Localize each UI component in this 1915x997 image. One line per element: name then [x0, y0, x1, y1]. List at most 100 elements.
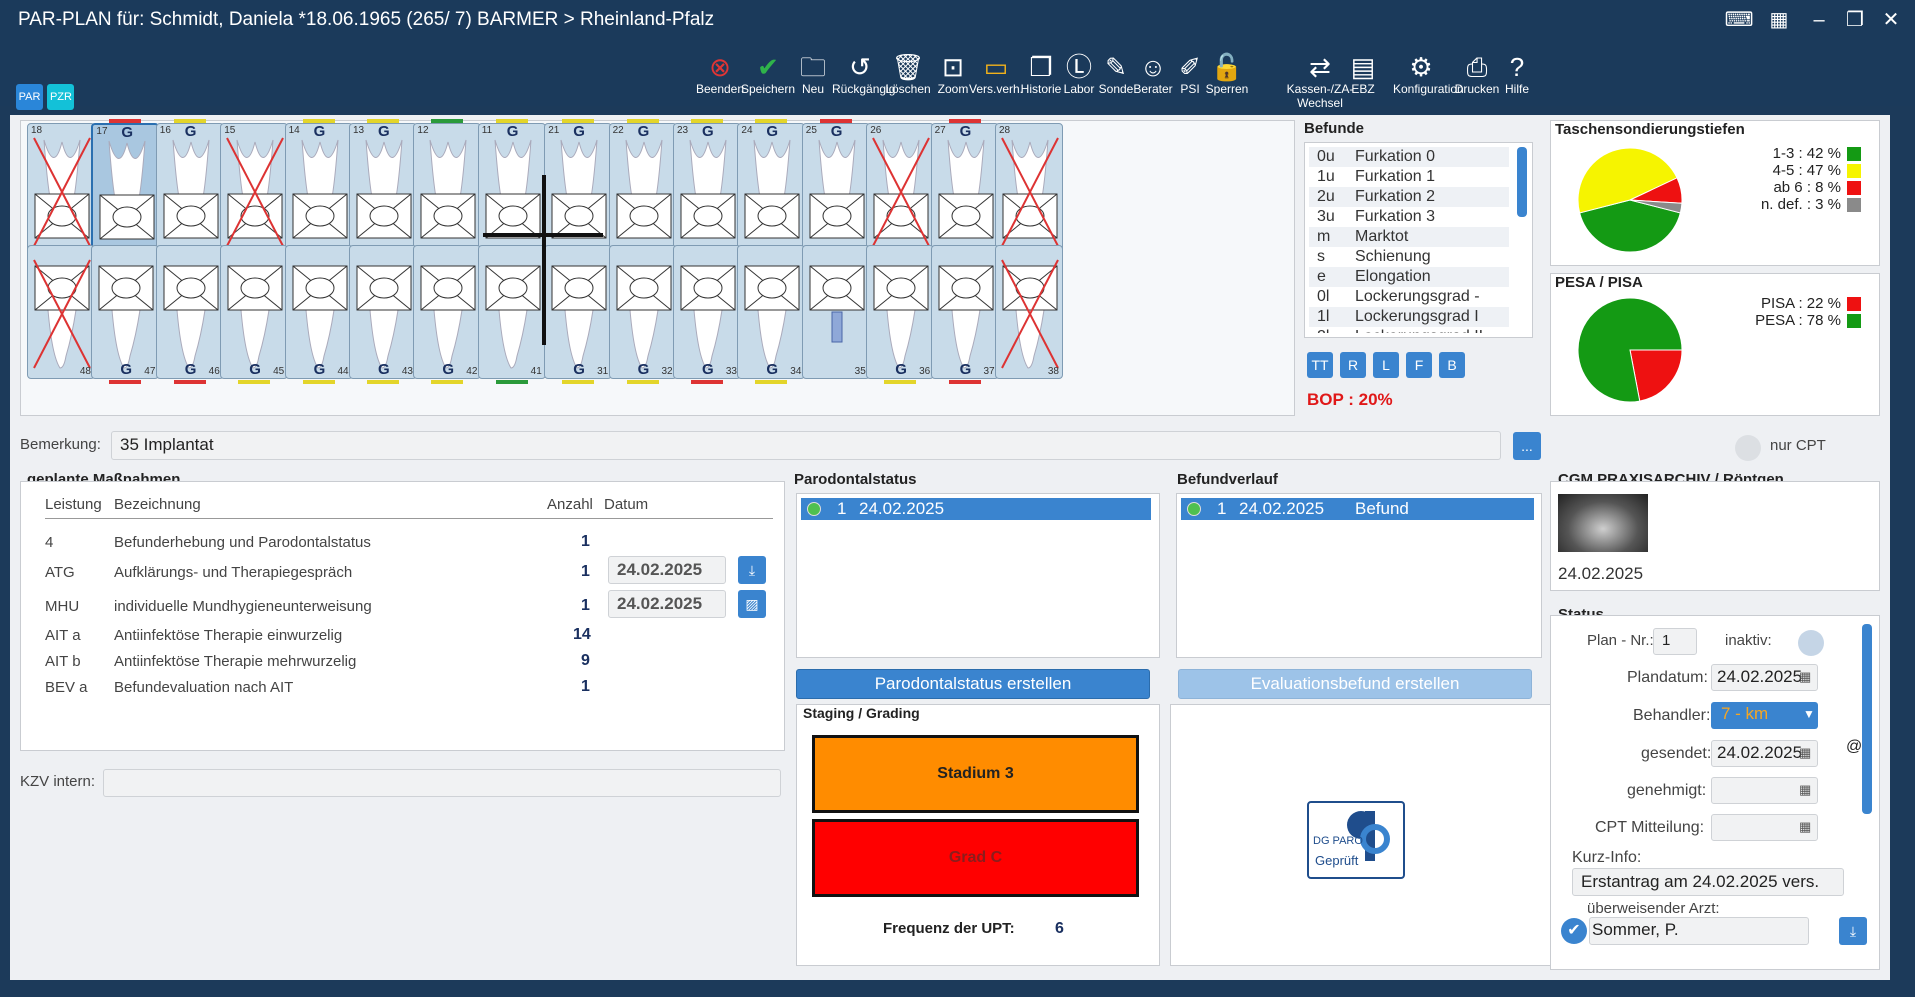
tooth-48[interactable]: 48: [27, 245, 95, 379]
toolbar-label: Sperren: [1205, 82, 1249, 96]
tooth-38[interactable]: 38: [995, 245, 1063, 379]
befund-item[interactable]: 3u Furkation 3: [1309, 207, 1509, 227]
tooth-41[interactable]: 41: [477, 245, 546, 379]
tab-par[interactable]: PAR: [16, 84, 43, 110]
tooth-marker: [755, 119, 788, 123]
plan-nr-field[interactable]: 1: [1653, 628, 1697, 655]
restore-button[interactable]: ❐: [1838, 6, 1872, 34]
tooth-37[interactable]: 37 G: [930, 245, 999, 379]
calendar-icon[interactable]: ▦: [1799, 669, 1811, 685]
toolbar-ebz-button[interactable]: ▤ EBZ: [1335, 52, 1391, 96]
parostatus-erstellen-button[interactable]: Parodontalstatus erstellen: [796, 669, 1150, 699]
befund-filter-r-button[interactable]: R: [1340, 352, 1366, 378]
toolbar-hilfe-button[interactable]: ? Hilfe: [1489, 52, 1545, 96]
kurzinfo-field[interactable]: Erstantrag am 24.02.2025 vers.: [1572, 868, 1844, 896]
tab-pzr[interactable]: PZR: [47, 84, 75, 110]
calendar-icon[interactable]: ▦: [1799, 782, 1811, 798]
download-icon[interactable]: ⤓: [1839, 917, 1867, 945]
befund-filter-l-button[interactable]: L: [1373, 352, 1399, 378]
tooth-25[interactable]: 25 G: [801, 123, 870, 257]
tooth-grade-label: G: [313, 123, 326, 140]
grid-icon[interactable]: ▦: [1762, 6, 1796, 34]
bemerkung-input[interactable]: 35 Implantat: [111, 431, 1501, 460]
tooth-number: 27: [934, 125, 946, 136]
befund-filter-f-button[interactable]: F: [1406, 352, 1432, 378]
check-icon[interactable]: ✔: [1561, 918, 1587, 944]
massnahme-count: 9: [581, 652, 590, 669]
tooth-27[interactable]: 27 G: [930, 123, 999, 257]
nur-cpt-toggle[interactable]: [1735, 435, 1761, 461]
befunde-scrollbar[interactable]: [1517, 147, 1527, 217]
xray-thumbnail[interactable]: [1558, 494, 1648, 552]
toolbar: ⊗ Beenden ✔ Speichern 🗀 Neu ↺ Rückgängig 🗑 Lösche…: [0, 40, 1915, 110]
logo-text-top: DG PARO: [1313, 835, 1363, 847]
tooth-12[interactable]: 12: [413, 123, 482, 257]
befund-item[interactable]: 2lLockerungsgrad II: [1309, 327, 1509, 333]
tooth-15[interactable]: 15: [220, 123, 289, 257]
tooth-marker: [691, 380, 723, 384]
legend-item: n. def. : 3 %: [1761, 196, 1861, 213]
toolbar-konfiguration-button[interactable]: ⚙ Konfiguration: [1393, 52, 1464, 96]
legend-item: 1-3 : 42 %: [1773, 145, 1861, 162]
legend-label: n. def. : 3 %: [1760, 196, 1841, 213]
tooth-28[interactable]: 28: [995, 123, 1063, 257]
massnahme-date-field[interactable]: 24.02.2025: [608, 556, 726, 584]
befund-filter-b-button[interactable]: B: [1439, 352, 1465, 378]
massnahme-date-field[interactable]: 24.02.2025: [608, 590, 726, 618]
tooth-17[interactable]: 17 G: [91, 123, 160, 257]
close-window-button[interactable]: ✕: [1874, 6, 1908, 34]
tooth-14[interactable]: 14 G: [284, 123, 353, 257]
befunde-list[interactable]: 0u Furkation 0 1u Furkation 1 2u Furkation 2 3…: [1309, 147, 1509, 333]
tooth-35[interactable]: 35: [801, 245, 870, 379]
tooth-16[interactable]: 16 G: [155, 123, 224, 257]
tooth-44[interactable]: 44 G: [284, 245, 353, 379]
befund-filter-tt-button[interactable]: TT: [1307, 352, 1333, 378]
bemerkung-more-button[interactable]: ...: [1513, 432, 1541, 460]
befund-item[interactable]: m Marktot: [1309, 227, 1509, 247]
chevron-down-icon[interactable]: ▼: [1803, 707, 1815, 721]
befund-item[interactable]: 0l Lockerungsgrad -: [1309, 287, 1509, 307]
befund-item[interactable]: 1u Furkation 1: [1309, 167, 1509, 187]
inaktiv-toggle[interactable]: [1798, 630, 1824, 656]
tooth-45[interactable]: 45 G: [220, 245, 289, 379]
tooth-36[interactable]: 36 G: [866, 245, 935, 379]
status-scrollbar[interactable]: [1862, 624, 1872, 814]
minimize-button[interactable]: –: [1802, 6, 1836, 34]
parostatus-row[interactable]: 1 24.02.2025: [801, 498, 1151, 520]
download-icon[interactable]: ⤓: [738, 556, 766, 584]
tooth-number: 47: [144, 366, 156, 377]
tooth-22[interactable]: 22 G: [608, 123, 677, 257]
tooth-number: 44: [337, 366, 349, 377]
tooth-number: 16: [159, 125, 171, 136]
arzt-field[interactable]: Sommer, P.: [1589, 917, 1809, 945]
befund-item[interactable]: 1l Lockerungsgrad I: [1309, 307, 1509, 327]
befund-item[interactable]: e Elongation: [1309, 267, 1509, 287]
tooth-47[interactable]: 47 G: [91, 245, 160, 379]
tooth-31[interactable]: 31 G: [544, 245, 613, 379]
calendar-icon[interactable]: ▦: [1799, 819, 1811, 835]
status-dot-icon: [807, 502, 821, 516]
tooth-13[interactable]: 13 G: [349, 123, 417, 257]
tooth-32[interactable]: 32 G: [608, 245, 677, 379]
tooth-46[interactable]: 46 G: [155, 245, 224, 379]
tooth-34[interactable]: 34 G: [737, 245, 806, 379]
tooth-24[interactable]: 24 G: [737, 123, 806, 257]
hatch-icon[interactable]: ▨: [738, 590, 766, 618]
calendar-icon[interactable]: ▦: [1799, 745, 1811, 761]
befund-item[interactable]: 2u Furkation 2: [1309, 187, 1509, 207]
befundverlauf-row[interactable]: 1 24.02.2025 Befund: [1181, 498, 1534, 520]
tooth-33[interactable]: 33 G: [673, 245, 741, 379]
toolbar-sperren-button[interactable]: 🔓 Sperren: [1199, 52, 1255, 96]
befund-item[interactable]: s Schienung: [1309, 247, 1509, 267]
kzv-input[interactable]: [103, 769, 781, 797]
keyboard-icon[interactable]: ⌨: [1722, 6, 1756, 34]
tooth-42[interactable]: 42 G: [413, 245, 482, 379]
tooth-43[interactable]: 43 G: [349, 245, 417, 379]
tooth-26[interactable]: 26: [866, 123, 935, 257]
evaluationsbefund-button[interactable]: Evaluationsbefund erstellen: [1178, 669, 1532, 699]
befund-item[interactable]: 0u Furkation 0: [1309, 147, 1509, 167]
behandler-select[interactable]: 7 - km: [1711, 702, 1818, 729]
plan-nr-label: Plan - Nr.:: [1587, 632, 1654, 649]
tooth-23[interactable]: 23 G: [673, 123, 741, 257]
tooth-18[interactable]: 18: [27, 123, 95, 257]
